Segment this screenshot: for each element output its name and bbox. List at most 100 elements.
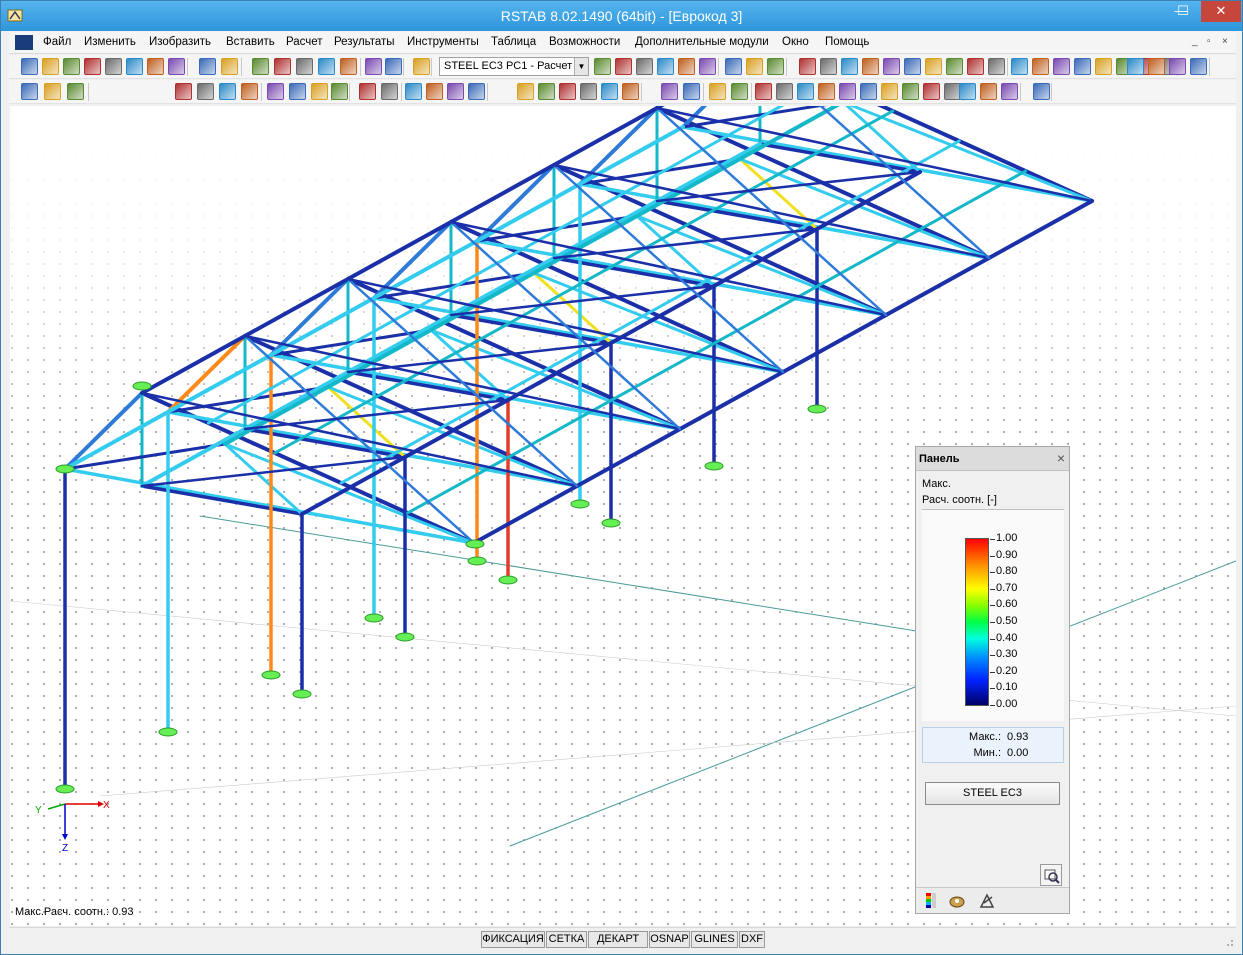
- results-panel[interactable]: Панель × Макс. Расч. соотн. [-] 1.00 0.90…: [915, 446, 1070, 914]
- dxf-toggle[interactable]: DXF: [739, 931, 765, 948]
- toolbar-button-icon[interactable]: [622, 83, 639, 100]
- menu-add-on-modules[interactable]: Дополнительные модули: [635, 36, 769, 48]
- toolbar-button-icon[interactable]: [221, 58, 238, 75]
- toolbar-button-icon[interactable]: [1001, 83, 1018, 100]
- factors-tab-icon[interactable]: [948, 892, 966, 910]
- support-node[interactable]: [132, 381, 152, 391]
- toolbar-button-icon[interactable]: [818, 83, 835, 100]
- toolbar-button-icon[interactable]: [902, 83, 919, 100]
- toolbar-button-icon[interactable]: [988, 58, 1005, 75]
- toolbar-button-icon[interactable]: [1053, 58, 1070, 75]
- steel-ec3-button[interactable]: STEEL EC3: [925, 782, 1060, 805]
- chevron-down-icon[interactable]: ▼: [574, 58, 588, 75]
- support-node[interactable]: [158, 727, 178, 737]
- toolbar-button-icon[interactable]: [340, 58, 357, 75]
- toolbar-button-icon[interactable]: [980, 83, 997, 100]
- snap-toggle[interactable]: ФИКСАЦИЯ: [481, 931, 545, 948]
- toolbar-button-icon[interactable]: [959, 83, 976, 100]
- toolbar-button-icon[interactable]: [468, 83, 485, 100]
- toolbar-button-icon[interactable]: [538, 83, 555, 100]
- menu-options[interactable]: Возможности: [549, 36, 620, 48]
- toolbar-button-icon[interactable]: [197, 83, 214, 100]
- toolbar-button-icon[interactable]: [126, 58, 143, 75]
- mdi-restore-button[interactable]: ▫: [1207, 36, 1211, 47]
- toolbar-button-icon[interactable]: [860, 83, 877, 100]
- toolbar-button-icon[interactable]: [797, 83, 814, 100]
- toolbar-button-icon[interactable]: [661, 83, 678, 100]
- toolbar-button-icon[interactable]: [683, 83, 700, 100]
- support-node[interactable]: [807, 404, 827, 414]
- support-node[interactable]: [467, 556, 487, 566]
- toolbar-button-icon[interactable]: [699, 58, 716, 75]
- support-node[interactable]: [292, 689, 312, 699]
- toolbar-button-icon[interactable]: [21, 58, 38, 75]
- toolbar-button-icon[interactable]: [331, 83, 348, 100]
- grid-toggle[interactable]: СЕТКА: [546, 931, 587, 948]
- toolbar-button-icon[interactable]: [946, 58, 963, 75]
- toolbar-button-icon[interactable]: [636, 58, 653, 75]
- toolbar-button-icon[interactable]: [678, 58, 695, 75]
- toolbar-button-icon[interactable]: [241, 83, 258, 100]
- toolbar-button-icon[interactable]: [657, 58, 674, 75]
- toolbar-button-icon[interactable]: [267, 83, 284, 100]
- toolbar-button-icon[interactable]: [1148, 58, 1165, 75]
- toolbar-button-icon[interactable]: [601, 83, 618, 100]
- maximize-button[interactable]: ☐: [1169, 1, 1197, 22]
- toolbar-button-icon[interactable]: [426, 83, 443, 100]
- toolbar-button-icon[interactable]: [594, 58, 611, 75]
- toolbar-button-icon[interactable]: [199, 58, 216, 75]
- toolbar-button-icon[interactable]: [1095, 58, 1112, 75]
- support-node[interactable]: [601, 518, 621, 528]
- menu-help[interactable]: Помощь: [825, 36, 869, 48]
- toolbar-button-icon[interactable]: [615, 58, 632, 75]
- resize-grip-icon[interactable]: [1224, 937, 1234, 947]
- toolbar-button-icon[interactable]: [252, 58, 269, 75]
- toolbar-button-icon[interactable]: [746, 58, 763, 75]
- toolbar-button-icon[interactable]: [841, 58, 858, 75]
- filter-tab-icon[interactable]: [978, 892, 996, 910]
- toolbar-button-icon[interactable]: [168, 58, 185, 75]
- toolbar-button-icon[interactable]: [1127, 58, 1144, 75]
- toolbar-button-icon[interactable]: [1032, 58, 1049, 75]
- toolbar-button-icon[interactable]: [967, 58, 984, 75]
- menu-tools[interactable]: Инструменты: [407, 36, 479, 48]
- toolbar-button-icon[interactable]: [413, 58, 430, 75]
- toolbar-button-icon[interactable]: [147, 58, 164, 75]
- menu-view[interactable]: Изобразить: [149, 36, 211, 48]
- toolbar-button-icon[interactable]: [731, 83, 748, 100]
- toolbar-button-icon[interactable]: [296, 58, 313, 75]
- toolbar-button-icon[interactable]: [580, 83, 597, 100]
- toolbar-button-icon[interactable]: [839, 83, 856, 100]
- menu-table[interactable]: Таблица: [491, 36, 536, 48]
- toolbar-button-icon[interactable]: [923, 83, 940, 100]
- toolbar-button-icon[interactable]: [44, 83, 61, 100]
- toolbar-button-icon[interactable]: [365, 58, 382, 75]
- toolbar-button-icon[interactable]: [755, 83, 772, 100]
- toolbar-button-icon[interactable]: [776, 83, 793, 100]
- menu-calculate[interactable]: Расчет: [286, 36, 323, 48]
- toolbar-button-icon[interactable]: [84, 58, 101, 75]
- mdi-close-button[interactable]: ×: [1222, 36, 1228, 47]
- support-node[interactable]: [704, 461, 724, 471]
- toolbar-button-icon[interactable]: [105, 58, 122, 75]
- toolbar-button-icon[interactable]: [67, 83, 84, 100]
- menu-edit[interactable]: Изменить: [84, 36, 136, 48]
- color-scale-tab-icon[interactable]: [922, 892, 940, 910]
- toolbar-button-icon[interactable]: [405, 83, 422, 100]
- color-legend[interactable]: 1.00 0.90 0.80 0.70 0.60 0.50 0.40 0.30 0.20 0.10…: [922, 509, 1064, 721]
- panel-header[interactable]: Панель ×: [916, 447, 1069, 471]
- toolbar-button-icon[interactable]: [820, 58, 837, 75]
- menu-insert[interactable]: Вставить: [226, 36, 275, 48]
- toolbar-button-icon[interactable]: [883, 58, 900, 75]
- mdi-minimize-button[interactable]: _: [1192, 36, 1198, 47]
- toolbar-button-icon[interactable]: [175, 83, 192, 100]
- toolbar-button-icon[interactable]: [799, 58, 816, 75]
- menu-results[interactable]: Результаты: [334, 36, 395, 48]
- toolbar-button-icon[interactable]: [447, 83, 464, 100]
- toolbar-button-icon[interactable]: [381, 83, 398, 100]
- toolbar-button-icon[interactable]: [42, 58, 59, 75]
- osnap-toggle[interactable]: OSNAP: [649, 931, 690, 948]
- toolbar-button-icon[interactable]: [767, 58, 784, 75]
- support-node[interactable]: [364, 613, 384, 623]
- support-node[interactable]: [498, 575, 518, 585]
